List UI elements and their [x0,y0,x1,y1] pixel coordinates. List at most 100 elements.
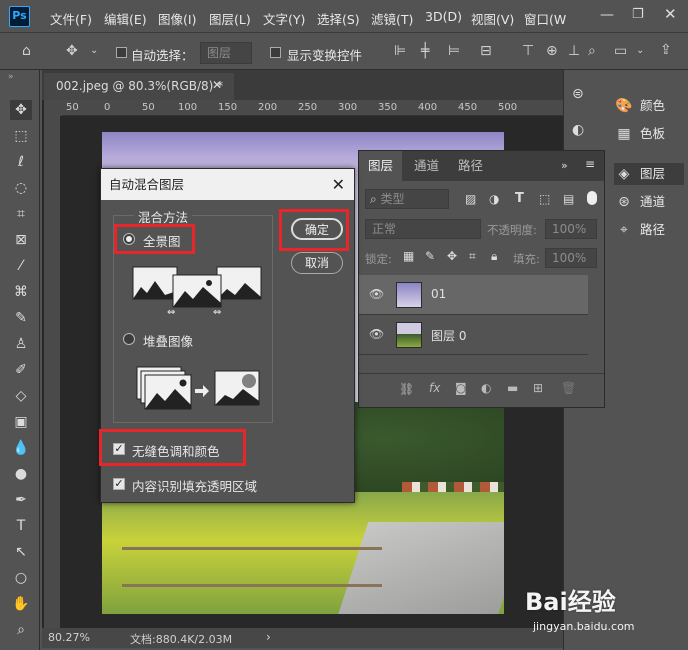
stack-radio[interactable] [123,333,135,345]
eye-icon[interactable]: 👁︎ [369,287,384,301]
chevron-right-icon[interactable]: › [266,630,271,644]
auto-select-checkbox[interactable] [116,47,127,58]
horizontal-ruler[interactable]: 50 0 50 100 150 200 250 300 350 400 450 … [62,100,563,116]
pen-tool-icon[interactable]: ✒ [10,490,32,510]
menu-window[interactable]: 窗口(W [524,9,566,28]
menu-3d[interactable]: 3D(D) [425,9,462,24]
collapse-icon[interactable]: » [8,72,14,82]
align-left-icon[interactable]: ⊫ [394,43,406,59]
trash-icon[interactable]: 🗑︎ [561,381,576,395]
image-filter-icon[interactable]: ▨ [465,192,476,206]
align-bottom-icon[interactable]: ⊥ [568,43,580,59]
align-right-icon[interactable]: ⊨ [448,43,460,59]
link-icon[interactable]: ⛓ [399,382,414,396]
panel-swatches[interactable]: ▦ 色板 [614,123,684,145]
layer-row[interactable]: 👁︎ 图层 0 [359,315,588,355]
history-brush-icon[interactable]: ✐ [10,360,32,380]
type-tool-icon[interactable]: T [10,516,32,536]
restore-icon[interactable]: ❐ [632,7,644,22]
layer-name[interactable]: 01 [431,287,446,301]
minimize-icon[interactable]: — [600,7,614,23]
menu-select[interactable]: 选择(S) [317,9,360,28]
gradient-tool-icon[interactable]: ▣ [10,412,32,432]
hand-tool-icon[interactable]: ✋ [10,594,32,614]
panel-color[interactable]: 🎨 颜色 [614,95,684,117]
search-icon[interactable]: ⌕ [588,43,596,59]
menu-type[interactable]: 文字(Y) [263,9,305,28]
move-tool-icon[interactable]: ✥ [10,100,32,120]
align-center-icon[interactable]: ╪ [421,43,429,59]
brush-tool-icon[interactable]: ✎ [10,308,32,328]
eyedropper-tool-icon[interactable]: ⁄ [10,256,32,276]
history-icon[interactable]: ⊜ [572,86,584,102]
cancel-button[interactable]: 取消 [291,252,343,274]
close-tab-icon[interactable]: ✕ [212,78,222,92]
adjustment-filter-icon[interactable]: ◑ [489,192,499,206]
panel-menu-icon[interactable]: ≡ [585,157,595,171]
opacity-field[interactable]: 100% [545,219,597,239]
workspace-icon[interactable]: ▭ [614,43,627,59]
ok-button[interactable]: 确定 [291,218,343,240]
panorama-label[interactable]: 全景图 [143,231,181,250]
close-window-icon[interactable]: ✕ [664,5,677,23]
path-select-icon[interactable]: ↖ [10,542,32,562]
layer-name[interactable]: 图层 0 [431,327,466,344]
dialog-titlebar[interactable]: 自动混合图层 [101,169,354,200]
layer-filter-dropdown[interactable]: ⌕ 类型 [365,189,449,209]
tab-layers[interactable]: 图层 [359,151,403,181]
filter-toggle[interactable] [587,191,597,205]
distribute-icon[interactable]: ⊟ [480,43,492,59]
lock-pixels-icon[interactable]: ▦ [403,249,414,263]
new-layer-icon[interactable]: ⊞ [533,381,543,395]
panel-channels[interactable]: ⊛ 通道 [614,191,684,213]
healing-tool-icon[interactable]: ⌘ [10,282,32,302]
lock-brush-icon[interactable]: ✎ [425,249,435,263]
align-top-icon[interactable]: ⊤ [522,43,534,59]
seamless-checkbox[interactable]: ✓ [113,443,125,455]
fx-icon[interactable]: fx [429,381,440,395]
lock-all-icon[interactable]: 🔒︎ [491,249,497,264]
frame-tool-icon[interactable]: ⊠ [10,230,32,250]
panel-layers[interactable]: ◈ 图层 [614,163,684,185]
content-aware-label[interactable]: 内容识别填充透明区域 [132,476,257,495]
crop-tool-icon[interactable]: ⌗ [10,204,32,224]
shape-tool-icon[interactable]: ○ [10,568,32,588]
show-transform-checkbox[interactable] [270,47,281,58]
menu-layer[interactable]: 图层(L) [209,9,251,28]
shape-filter-icon[interactable]: ⬚ [539,192,550,206]
document-tab[interactable]: 002.jpeg @ 80.3%(RGB/8) * [44,73,234,100]
blur-tool-icon[interactable]: 💧 [10,438,32,458]
lock-artboard-icon[interactable]: ⌗ [469,249,476,264]
panorama-radio[interactable] [123,233,135,245]
marquee-tool-icon[interactable]: ⬚ [10,126,32,146]
zoom-level[interactable]: 80.27% [48,631,90,644]
fill-field[interactable]: 100% [545,248,597,268]
mask-icon[interactable]: ◙ [455,381,467,395]
chevron-down-icon[interactable]: ⌄ [636,45,644,56]
blend-mode-dropdown[interactable]: 正常 [365,219,481,239]
smart-object-filter-icon[interactable]: ▤ [563,192,574,206]
menu-edit[interactable]: 编辑(E) [104,9,147,28]
menu-view[interactable]: 视图(V) [471,9,514,28]
type-filter-icon[interactable]: T [515,191,524,206]
panel-paths[interactable]: ⌖ 路径 [614,219,684,241]
tab-channels[interactable]: 通道 [405,151,448,181]
content-aware-checkbox[interactable]: ✓ [113,478,125,490]
menu-image[interactable]: 图像(I) [158,9,196,28]
eraser-tool-icon[interactable]: ◇ [10,386,32,406]
tab-paths[interactable]: 路径 [449,151,492,181]
quick-select-tool-icon[interactable]: ◌ [10,178,32,198]
zoom-tool-icon[interactable]: ⌕ [10,620,32,640]
lock-position-icon[interactable]: ✥ [447,249,457,263]
auto-select-dropdown[interactable]: 图层 [200,42,252,64]
seamless-label[interactable]: 无缝色调和颜色 [132,441,220,460]
eye-icon[interactable]: 👁︎ [369,327,384,341]
share-icon[interactable]: ⇪ [660,42,672,58]
stamp-tool-icon[interactable]: ♙ [10,334,32,354]
adjustment-layer-icon[interactable]: ◐ [481,381,491,395]
move-tool-icon[interactable]: ✥ [66,43,78,59]
menu-filter[interactable]: 滤镜(T) [371,9,413,28]
chevron-down-icon[interactable]: ⌄ [90,45,98,56]
dodge-tool-icon[interactable]: ● [10,464,32,484]
menu-file[interactable]: 文件(F) [50,9,92,28]
